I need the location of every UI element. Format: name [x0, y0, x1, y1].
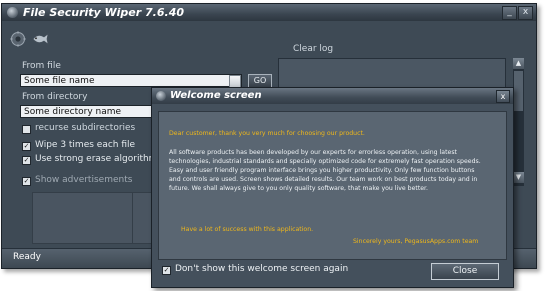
- dialog-app-icon: [156, 91, 166, 101]
- welcome-dialog: Welcome screen x Dear customer, thank yo…: [151, 87, 514, 288]
- scroll-up-icon[interactable]: ▲: [513, 58, 524, 69]
- success-wish-text: Have a lot of success with this applicat…: [181, 226, 314, 233]
- log-scrollbar[interactable]: ▲ ▼: [513, 58, 524, 186]
- dialog-message-panel: Dear customer, thank you very much for c…: [158, 111, 507, 260]
- status-text: Ready: [13, 252, 41, 262]
- wipe-3-times-checkbox[interactable]: ✓: [22, 142, 31, 151]
- paragraph-line: and controls are used. Screen shows deta…: [169, 176, 478, 183]
- show-ads-label: Show advertisements: [35, 175, 133, 185]
- greeting-text: Dear customer, thank you very much for c…: [169, 130, 365, 137]
- dialog-title-bar[interactable]: Welcome screen x: [152, 88, 513, 104]
- scroll-down-icon[interactable]: ▼: [513, 172, 524, 183]
- signature-text: Sincerely yours, PegasusApps.com team: [353, 238, 479, 245]
- directory-input[interactable]: Some directory name: [20, 105, 152, 118]
- paragraph-line: future. We shall always give to you only…: [169, 185, 429, 192]
- dialog-title: Welcome screen: [170, 90, 262, 101]
- ad-panel-left: [32, 192, 146, 244]
- recurse-checkbox[interactable]: [22, 125, 31, 134]
- clear-log-link[interactable]: Clear log: [293, 44, 333, 54]
- dont-show-label: Don't show this welcome screen again: [175, 264, 349, 274]
- close-button[interactable]: Close: [431, 263, 499, 280]
- show-ads-checkbox[interactable]: ✓: [22, 177, 31, 186]
- wipe-3-times-label: Wipe 3 times each file: [35, 140, 136, 150]
- minimize-button[interactable]: _: [502, 6, 517, 20]
- from-directory-label: From directory: [22, 92, 88, 102]
- close-button[interactable]: x: [518, 6, 533, 20]
- main-window-title: File Security Wiper 7.6.40: [23, 6, 184, 19]
- dialog-close-icon[interactable]: x: [496, 90, 510, 103]
- scroll-thumb[interactable]: [514, 71, 523, 111]
- from-file-label: From file: [22, 61, 61, 71]
- file-input[interactable]: Some file name: [20, 74, 242, 87]
- strong-erase-checkbox[interactable]: ✓: [22, 156, 31, 165]
- main-title-bar[interactable]: File Security Wiper 7.6.40 _ x: [2, 4, 536, 21]
- paragraph-line: Easy and user friendly program interface…: [169, 167, 475, 174]
- fish-icon[interactable]: [31, 31, 49, 47]
- paragraph-line: technologies, industrial standards and s…: [169, 158, 481, 165]
- dont-show-checkbox[interactable]: ✓: [162, 266, 171, 275]
- paragraph-line: All software products has been developed…: [169, 149, 457, 156]
- gear-icon[interactable]: [9, 31, 27, 47]
- recurse-label: recurse subdirectories: [35, 123, 136, 133]
- app-icon: [7, 7, 18, 18]
